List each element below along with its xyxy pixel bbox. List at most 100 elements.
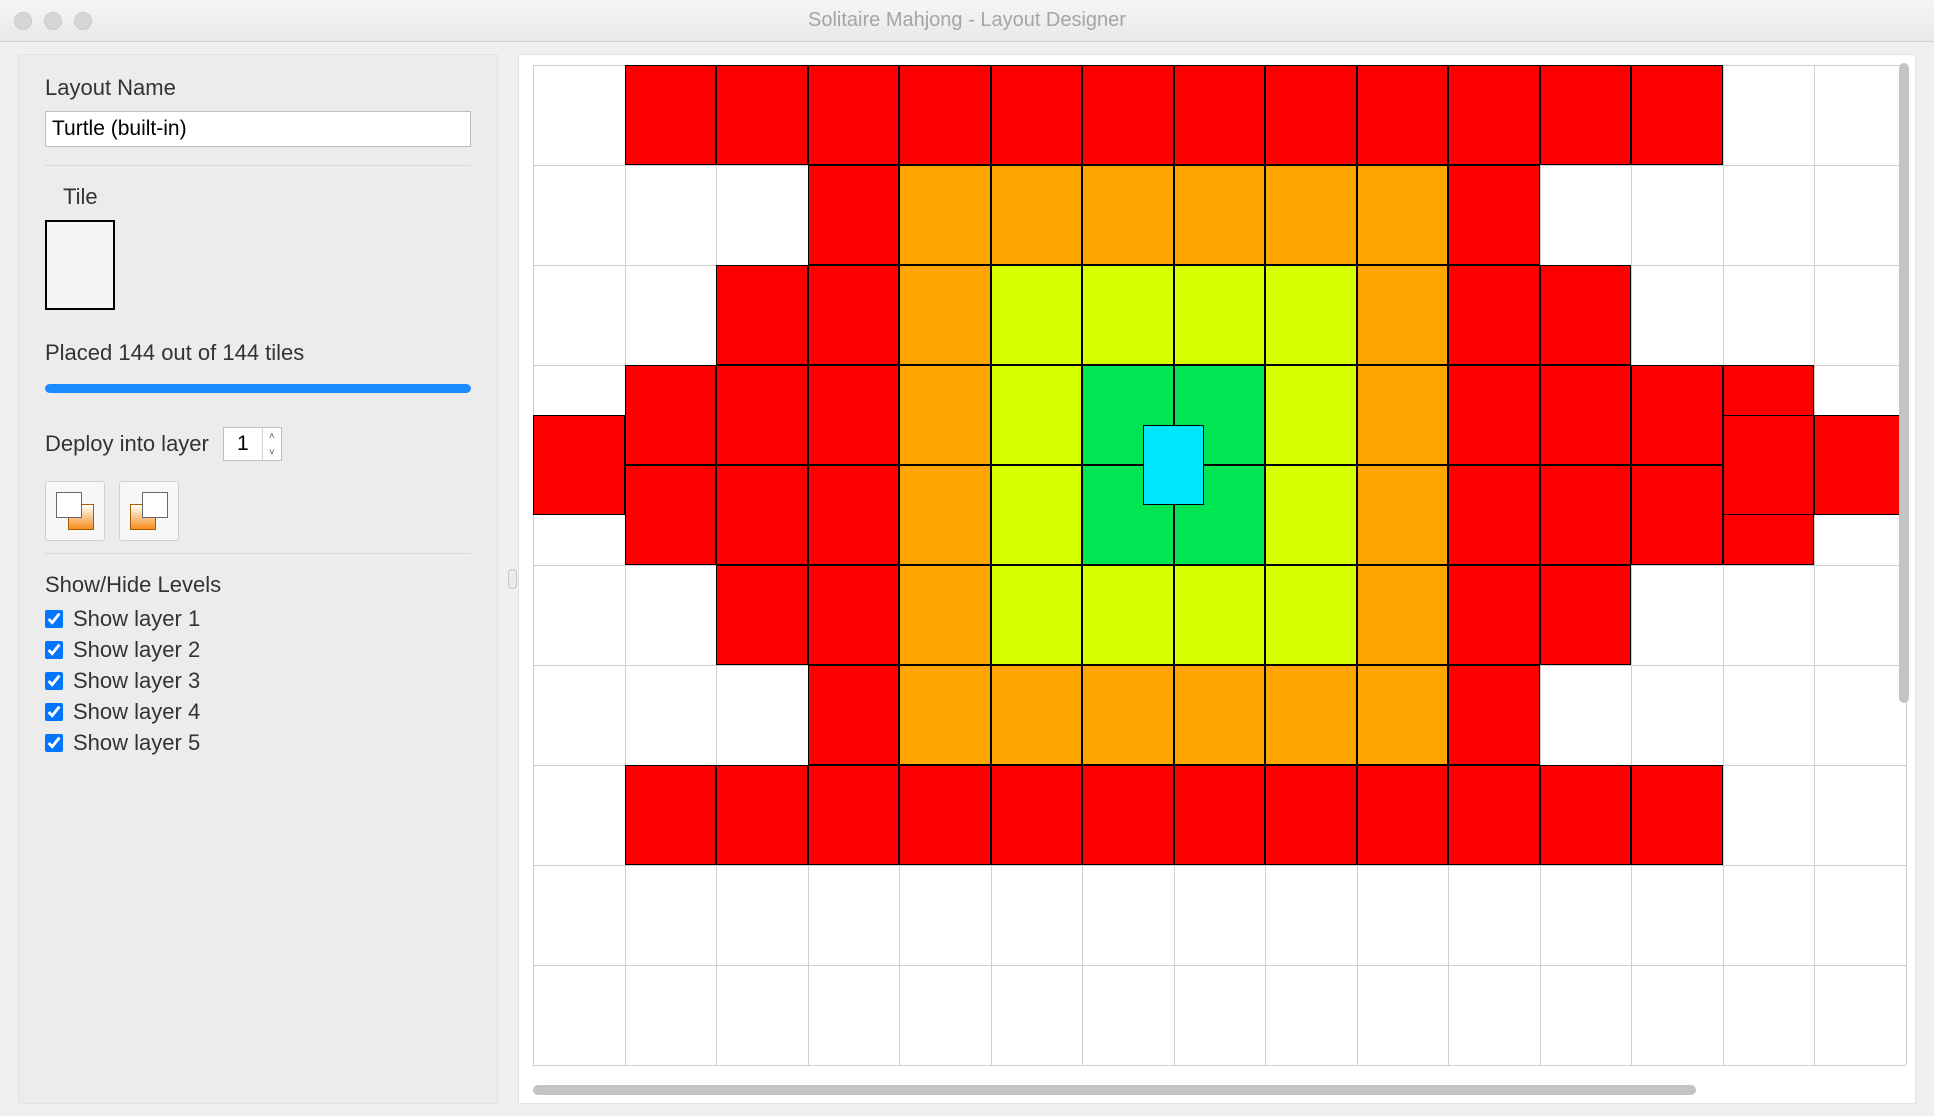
tile-layer-1[interactable] [1448,765,1540,865]
tile-layer-1[interactable] [808,665,900,765]
tile-layer-3[interactable] [1265,565,1357,665]
tile-layer-1[interactable] [1357,65,1449,165]
tile-layer-5[interactable] [1143,425,1203,505]
tile-layer-3[interactable] [991,365,1083,465]
tile-layer-1[interactable] [1540,565,1632,665]
tile-layer-1[interactable] [716,365,808,465]
vertical-scrollbar[interactable] [1897,63,1911,1063]
tile-layer-1[interactable] [1631,65,1723,165]
deploy-layer-stepper[interactable]: ˄ ˅ [223,427,282,461]
tile-layer-1[interactable] [1265,65,1357,165]
vertical-scroll-thumb[interactable] [1899,63,1909,703]
layer-visibility-checkbox[interactable] [45,672,63,690]
layer-visibility-row[interactable]: Show layer 4 [45,699,471,725]
layout-name-input[interactable] [45,111,471,147]
stepper-down-icon[interactable]: ˅ [263,444,281,460]
tile-layer-1[interactable] [808,65,900,165]
tile-layer-1[interactable] [1357,765,1449,865]
tile-layer-1[interactable] [716,465,808,565]
tile-layer-3[interactable] [1265,365,1357,465]
tile-layer-2[interactable] [1357,365,1449,465]
tile-layer-2[interactable] [1265,165,1357,265]
tile-layer-2[interactable] [991,665,1083,765]
tile-layer-1[interactable] [899,765,991,865]
tile-layer-2[interactable] [1357,665,1449,765]
tile-layer-1[interactable] [1631,765,1723,865]
tile-layer-3[interactable] [1265,465,1357,565]
tile-layer-2[interactable] [1357,565,1449,665]
deploy-layer-input[interactable] [224,428,262,460]
tile-layer-2[interactable] [1174,665,1266,765]
horizontal-scroll-thumb[interactable] [533,1085,1696,1095]
tile-layer-2[interactable] [1357,165,1449,265]
tile-layer-1[interactable] [1448,65,1540,165]
tile-layer-1[interactable] [808,365,900,465]
tile-layer-1[interactable] [1082,65,1174,165]
tile-layer-1[interactable] [1174,65,1266,165]
tile-layer-1[interactable] [1631,365,1723,465]
tile-layer-1[interactable] [1631,465,1723,565]
tile-layer-1[interactable] [625,465,717,565]
layer-visibility-checkbox[interactable] [45,610,63,628]
horizontal-scrollbar[interactable] [533,1083,1885,1097]
tile-layer-1[interactable] [1540,65,1632,165]
tile-layer-1[interactable] [533,415,625,515]
tile-layer-2[interactable] [1082,165,1174,265]
layer-visibility-row[interactable]: Show layer 3 [45,668,471,694]
tile-layer-1[interactable] [1448,665,1540,765]
tile-layer-3[interactable] [1174,565,1266,665]
layer-visibility-checkbox[interactable] [45,703,63,721]
layer-visibility-checkbox[interactable] [45,641,63,659]
stepper-up-icon[interactable]: ˄ [263,428,281,444]
tile-layer-1[interactable] [991,765,1083,865]
tile-layer-1[interactable] [716,765,808,865]
tile-layer-1[interactable] [625,765,717,865]
tile-layer-3[interactable] [1174,265,1266,365]
tile-layer-2[interactable] [899,365,991,465]
tile-layer-1[interactable] [625,365,717,465]
tile-layer-2[interactable] [1082,665,1174,765]
layer-visibility-row[interactable]: Show layer 5 [45,730,471,756]
tile-layer-2[interactable] [1357,465,1449,565]
tile-layer-1[interactable] [625,65,717,165]
tile-layer-2[interactable] [899,465,991,565]
tile-layer-1[interactable] [808,265,900,365]
tile-layer-1[interactable] [1174,765,1266,865]
tile-layer-1[interactable] [716,65,808,165]
tile-layer-1[interactable] [1814,415,1906,515]
tile-layer-1[interactable] [1448,165,1540,265]
tile-layer-1[interactable] [1540,765,1632,865]
tile-layer-1[interactable] [1540,365,1632,465]
design-canvas[interactable] [518,54,1916,1104]
tile-layer-1[interactable] [716,565,808,665]
tile-layer-2[interactable] [899,665,991,765]
tile-layer-1[interactable] [899,65,991,165]
tile-layer-3[interactable] [1265,265,1357,365]
tile-layer-2[interactable] [899,165,991,265]
tile-layer-1[interactable] [1082,765,1174,865]
tile-layer-1[interactable] [1448,465,1540,565]
bring-forward-button[interactable] [45,481,105,541]
tile-layer-1[interactable] [1448,365,1540,465]
send-backward-button[interactable] [119,481,179,541]
layer-visibility-checkbox[interactable] [45,734,63,752]
splitter-handle[interactable] [506,42,518,1116]
tile-layer-2[interactable] [899,265,991,365]
tile-layer-2[interactable] [991,165,1083,265]
tile-layer-1[interactable] [1448,265,1540,365]
tile-layer-3[interactable] [1082,565,1174,665]
tile-layer-1[interactable] [716,265,808,365]
tile-layer-2[interactable] [1174,165,1266,265]
tile-layer-1[interactable] [1540,465,1632,565]
tile-layer-2[interactable] [899,565,991,665]
tile-layer-3[interactable] [991,465,1083,565]
tile-layer-3[interactable] [991,565,1083,665]
layer-visibility-row[interactable]: Show layer 2 [45,637,471,663]
tile-layer-1[interactable] [1265,765,1357,865]
tile-layer-1[interactable] [808,765,900,865]
tile-layer-1[interactable] [808,565,900,665]
tile-layer-1[interactable] [991,65,1083,165]
minimize-window-icon[interactable] [44,12,62,30]
layer-visibility-row[interactable]: Show layer 1 [45,606,471,632]
tile-layer-2[interactable] [1357,265,1449,365]
